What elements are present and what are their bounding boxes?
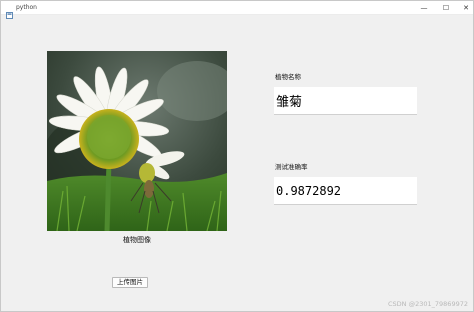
upload-image-button[interactable]: 上传图片	[112, 277, 148, 288]
accuracy-field: 0.9872892	[274, 177, 417, 205]
close-button[interactable]: ✕	[459, 1, 473, 15]
accuracy-label: 测试准确率	[275, 163, 308, 171]
plant-name-value: 雏菊	[276, 95, 303, 110]
daisy-photo-icon	[47, 51, 227, 231]
app-window: python — ☐ ✕ 植物图像 上传图片 植物名称 雏菊 测试准确率 0.9…	[0, 0, 474, 312]
title-bar: python — ☐ ✕	[1, 1, 473, 19]
plant-image	[47, 51, 227, 231]
watermark: CSDN @2301_79869972	[388, 300, 468, 308]
image-caption: 植物图像	[123, 236, 151, 244]
window-title: python	[16, 4, 37, 11]
accuracy-value: 0.9872892	[276, 183, 342, 198]
python-app-icon	[6, 4, 13, 19]
plant-name-label: 植物名称	[275, 73, 301, 81]
plant-name-field: 雏菊	[274, 87, 417, 115]
minimize-button[interactable]: —	[417, 1, 431, 15]
maximize-button[interactable]: ☐	[439, 1, 453, 15]
